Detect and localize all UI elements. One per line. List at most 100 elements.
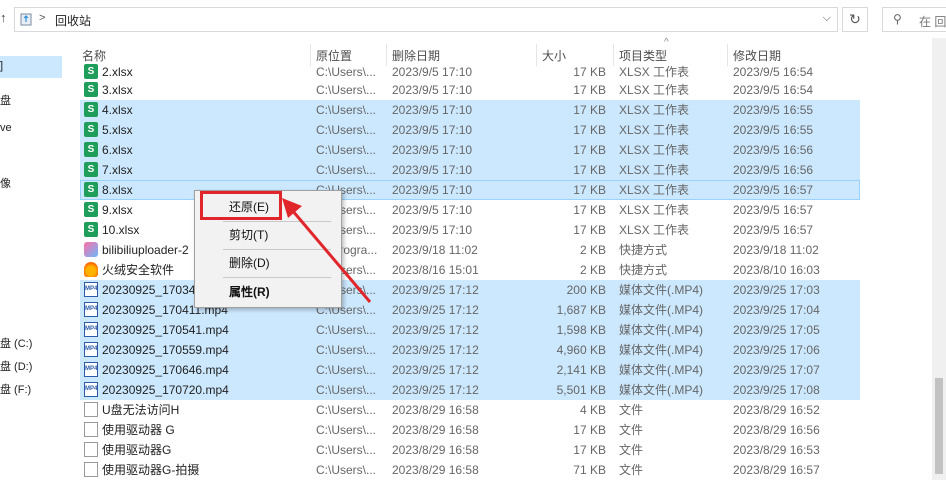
table-row[interactable]: MP4 20230925_170646.mp4 C:\Users\... 2023/9…	[80, 360, 860, 380]
file-type: XLSX 工作表	[619, 83, 690, 97]
nav-item[interactable]: ve	[0, 122, 12, 134]
modified-date: 2023/8/29 16:52	[733, 403, 820, 417]
file-name: 20230925_170559.mp4	[102, 343, 229, 357]
file-size: 17 KB	[573, 423, 606, 437]
original-location: C:\Users\...	[316, 143, 377, 157]
address-bar-area: ↑ > 回收站 ⌵ ↻ ⚲ 在 回	[0, 0, 946, 38]
nav-item-drive-f[interactable]: 盘 (F:)	[0, 381, 31, 397]
file-name: 使用驱动器 G	[102, 423, 175, 437]
modified-date: 2023/9/5 16:54	[733, 65, 814, 79]
deleted-date: 2023/9/5 17:10	[392, 203, 473, 217]
deleted-date: 2023/8/29 16:58	[392, 403, 479, 417]
modified-date: 2023/9/18 11:02	[733, 243, 819, 257]
file-type: 文件	[619, 463, 644, 477]
original-location: C:\Users\...	[316, 463, 377, 477]
search-box[interactable]: ⚲ 在 回	[882, 7, 946, 32]
original-location: C:\Users\...	[316, 403, 377, 417]
table-row[interactable]: S 2.xlsx C:\Users\... 2023/9/5 17:10 17 KB XL…	[80, 62, 860, 82]
xlsx-file-icon: S	[84, 142, 98, 157]
file-file-icon	[84, 422, 98, 437]
original-location: C:\Users\...	[316, 323, 377, 337]
original-location: C:\Users\...	[316, 83, 377, 97]
file-type: XLSX 工作表	[619, 203, 690, 217]
mp4-file-icon: MP4	[84, 302, 98, 317]
deleted-date: 2023/9/25 17:12	[392, 323, 479, 337]
menu-item-properties[interactable]: 属性(R)	[229, 282, 270, 302]
deleted-date: 2023/9/5 17:10	[392, 223, 473, 237]
xlsx-file-icon: S	[84, 162, 98, 177]
chevron-down-icon[interactable]: ⌵	[823, 12, 831, 25]
file-type: XLSX 工作表	[619, 65, 690, 79]
table-row[interactable]: 使用驱动器G C:\Users\... 2023/8/29 16:58 17 KB 文件…	[80, 440, 860, 460]
file-name: U盘无法访问H	[102, 403, 180, 417]
modified-date: 2023/8/29 16:56	[733, 423, 820, 437]
modified-date: 2023/9/5 16:57	[733, 203, 814, 217]
file-size: 17 KB	[573, 163, 606, 177]
mp4-file-icon: MP4	[84, 342, 98, 357]
nav-item-drive-c[interactable]: 盘 (C:)	[0, 335, 32, 351]
original-location: C:\Users\...	[316, 123, 377, 137]
modified-date: 2023/9/5 16:57	[733, 183, 814, 197]
file-size: 2,141 KB	[556, 363, 606, 377]
deleted-date: 2023/9/5 17:10	[392, 143, 473, 157]
up-arrow-icon[interactable]: ↑	[0, 10, 7, 25]
refresh-icon: ↻	[849, 11, 861, 27]
file-type: XLSX 工作表	[619, 223, 690, 237]
table-row[interactable]: 使用驱动器 G C:\Users\... 2023/8/29 16:58 17 KB 文…	[80, 420, 860, 440]
red-arrow-icon	[282, 198, 372, 303]
deleted-date: 2023/8/29 16:58	[392, 443, 479, 457]
modified-date: 2023/9/25 17:05	[733, 323, 820, 337]
deleted-date: 2023/9/5 17:10	[392, 83, 473, 97]
original-location: C:\Users\...	[316, 103, 377, 117]
file-size: 4 KB	[579, 403, 606, 417]
nav-selected-highlight	[0, 56, 62, 78]
fire-file-icon	[84, 262, 98, 277]
table-row[interactable]: MP4 20230925_170559.mp4 C:\Users\... 2023/9…	[80, 340, 860, 360]
original-location: C:\Users\...	[316, 163, 377, 177]
file-type: XLSX 工作表	[619, 143, 690, 157]
table-row[interactable]: MP4 20230925_170541.mp4 C:\Users\... 2023/9…	[80, 320, 860, 340]
table-row[interactable]: 使用驱动器G-拍摄 C:\Users\... 2023/8/29 16:58 71 K…	[80, 460, 860, 480]
deleted-date: 2023/9/25 17:12	[392, 283, 479, 297]
modified-date: 2023/8/10 16:03	[733, 263, 820, 277]
address-path[interactable]: 回收站	[55, 12, 91, 29]
file-type: XLSX 工作表	[619, 183, 690, 197]
table-row[interactable]: S 6.xlsx C:\Users\... 2023/9/5 17:10 17 KB XL…	[80, 140, 860, 160]
modified-date: 2023/8/29 16:53	[733, 443, 820, 457]
deleted-date: 2023/8/29 16:58	[392, 423, 479, 437]
menu-item-delete[interactable]: 删除(D)	[229, 253, 270, 273]
xlsx-file-icon: S	[84, 102, 98, 117]
refresh-button[interactable]: ↻	[842, 7, 868, 32]
file-size: 4,960 KB	[556, 343, 606, 357]
lnk-file-icon	[84, 242, 98, 257]
file-name: 20230925_170720.mp4	[102, 383, 229, 397]
file-name: 7.xlsx	[102, 163, 133, 177]
search-icon: ⚲	[893, 12, 902, 26]
table-row[interactable]: S 7.xlsx C:\Users\... 2023/9/5 17:10 17 KB XL…	[80, 160, 860, 180]
file-name: 使用驱动器G-拍摄	[102, 463, 200, 477]
table-row[interactable]: S 5.xlsx C:\Users\... 2023/9/5 17:10 17 KB XL…	[80, 120, 860, 140]
file-name: 20230925_170541.mp4	[102, 323, 229, 337]
table-row[interactable]: S 4.xlsx C:\Users\... 2023/9/5 17:10 17 KB XL…	[80, 100, 860, 120]
table-row[interactable]: S 3.xlsx C:\Users\... 2023/9/5 17:10 17 KB XL…	[80, 80, 860, 100]
modified-date: 2023/9/25 17:03	[733, 283, 820, 297]
table-row[interactable]: MP4 20230925_170720.mp4 C:\Users\... 2023/9…	[80, 380, 860, 400]
file-size: 1,687 KB	[556, 303, 606, 317]
address-bar[interactable]: > 回收站 ⌵	[14, 7, 838, 32]
file-file-icon	[84, 442, 98, 457]
recycle-bin-icon	[20, 13, 32, 26]
menu-item-cut[interactable]: 剪切(T)	[229, 225, 268, 245]
deleted-date: 2023/9/5 17:10	[392, 183, 473, 197]
nav-item-selected[interactable]: ]	[0, 60, 3, 72]
original-location: C:\Users\...	[316, 343, 377, 357]
modified-date: 2023/8/29 16:57	[733, 463, 820, 477]
deleted-date: 2023/9/5 17:10	[392, 163, 473, 177]
scrollbar-thumb[interactable]	[935, 378, 943, 474]
table-row[interactable]: U盘无法访问H C:\Users\... 2023/8/29 16:58 4 KB 文件…	[80, 400, 860, 420]
nav-item-drive-d[interactable]: 盘 (D:)	[0, 358, 32, 374]
file-size: 17 KB	[573, 65, 606, 79]
deleted-date: 2023/9/25 17:12	[392, 343, 479, 357]
file-size: 17 KB	[573, 103, 606, 117]
nav-item[interactable]: 像	[0, 175, 11, 191]
nav-item[interactable]: 盘	[0, 92, 11, 108]
